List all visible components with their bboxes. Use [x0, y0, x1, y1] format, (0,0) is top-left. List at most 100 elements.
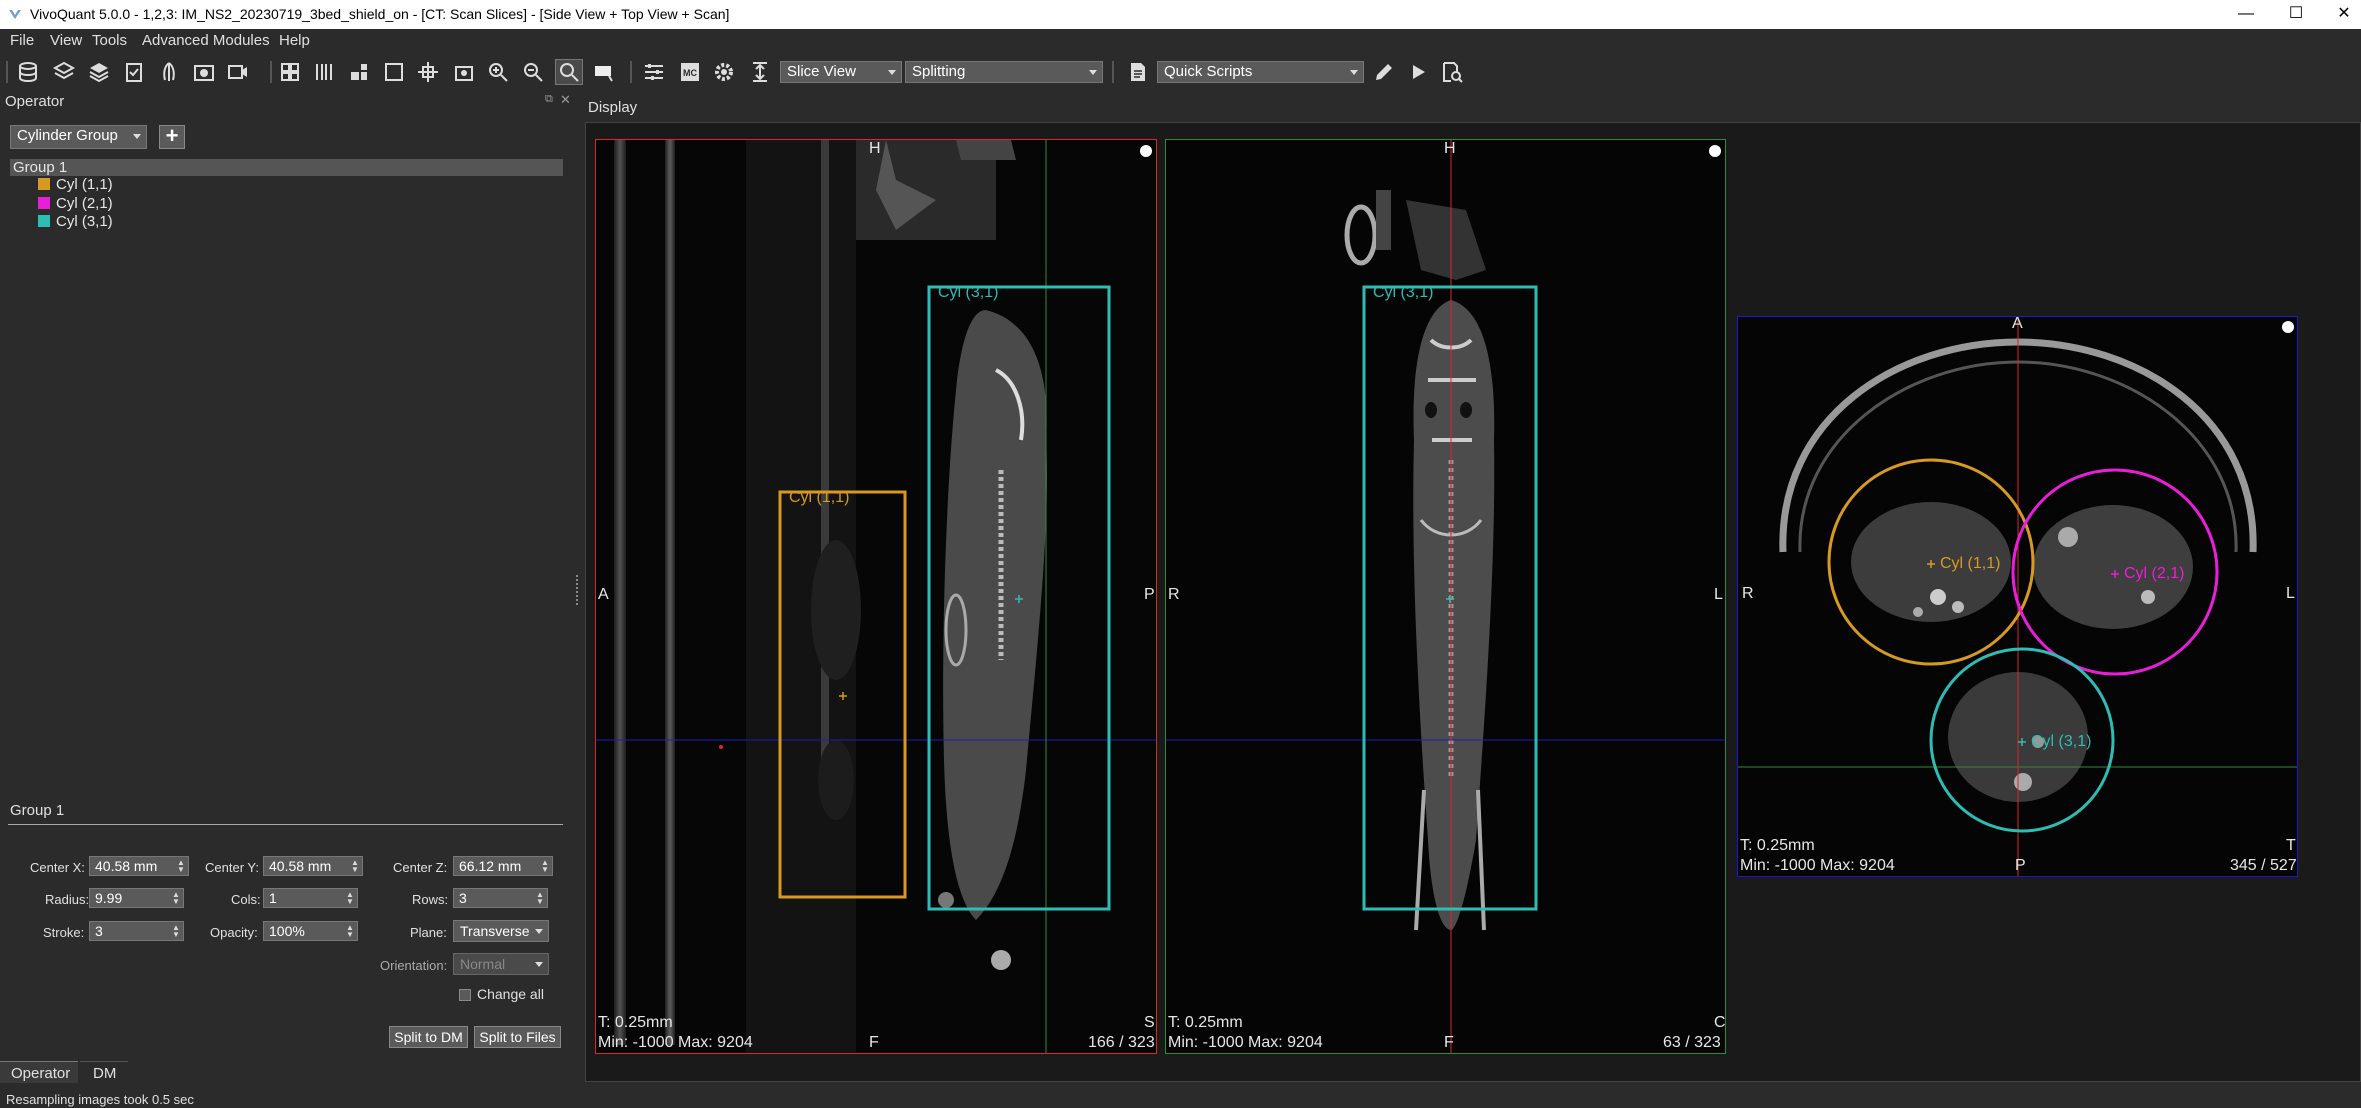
color-swatch: [38, 215, 50, 227]
menu-view[interactable]: View: [50, 32, 82, 49]
run-play-icon[interactable]: [1404, 59, 1432, 85]
tab-operator[interactable]: Operator: [0, 1061, 78, 1083]
chevron-down-icon: [1350, 70, 1358, 75]
video-icon[interactable]: [224, 59, 252, 85]
tree-item-label: Cyl (2,1): [56, 194, 113, 212]
transverse-view-panel[interactable]: A R L P Cyl (1,1) Cyl (2,1) Cyl (3,1) T:…: [1737, 316, 2298, 877]
spinner-icon[interactable]: ▲ ▼: [350, 859, 360, 874]
chevron-down-icon: [1089, 70, 1097, 75]
inspect-document-icon[interactable]: [1438, 59, 1466, 85]
reset-view-icon[interactable]: [450, 59, 478, 85]
crosshair-icon[interactable]: [414, 59, 442, 85]
slice-thickness: T: 0.25mm: [1168, 1014, 1243, 1031]
tab-dm-label: DM: [93, 1065, 117, 1082]
maximize-button[interactable]: ☐: [2276, 2, 2316, 26]
float-panel-icon[interactable]: ⧉: [545, 93, 553, 106]
split-to-dm-button[interactable]: Split to DM: [389, 1026, 468, 1048]
split-to-files-button[interactable]: Split to Files: [474, 1026, 561, 1048]
tree-item-label: Cyl (1,1): [56, 176, 113, 193]
center-z-field[interactable]: 66.12 mm ▲ ▼: [453, 856, 553, 876]
vertical-span-icon[interactable]: [746, 59, 774, 85]
tree-group-row[interactable]: Group 1: [10, 159, 563, 176]
radius-label: Radius:: [45, 892, 90, 907]
center-x-field[interactable]: 40.58 mm ▲ ▼: [89, 856, 189, 876]
window-title: VivoQuant 5.0.0 - 1,2,3: IM_NS2_20230719…: [30, 6, 730, 22]
splitter-handle[interactable]: [576, 575, 580, 605]
grid-layout-icon[interactable]: [276, 59, 304, 85]
menu-file[interactable]: File: [10, 32, 34, 49]
cols-field[interactable]: 1 ▲ ▼: [263, 888, 358, 908]
settings-gear-icon[interactable]: [710, 59, 738, 85]
radius-field[interactable]: 9.99 ▲ ▼: [89, 888, 184, 908]
tree-item[interactable]: Cyl (3,1): [38, 213, 113, 230]
side-view-panel[interactable]: H A P F Cyl (3,1) Cyl (1,1) T: 0.25mm Mi…: [595, 139, 1157, 1054]
zoom-in-icon[interactable]: [484, 59, 512, 85]
tree-item[interactable]: Cyl (1,1): [38, 176, 113, 193]
snapshot-icon[interactable]: [190, 59, 218, 85]
view-mode-select[interactable]: Slice View: [780, 61, 902, 83]
minimize-button[interactable]: —: [2226, 2, 2266, 26]
mc-icon[interactable]: MC: [676, 59, 704, 85]
change-all-checkbox[interactable]: [459, 989, 471, 1001]
spinner-icon[interactable]: ▲ ▼: [535, 891, 545, 906]
tree-item[interactable]: Cyl (2,1): [38, 195, 113, 212]
single-layout-icon[interactable]: [380, 59, 408, 85]
tab-dm[interactable]: DM: [80, 1061, 128, 1083]
window-level-icon[interactable]: [590, 59, 618, 85]
properties-title: Group 1: [10, 802, 65, 819]
spinner-icon[interactable]: ▲ ▼: [345, 891, 355, 906]
top-view-panel[interactable]: H R L F Cyl (3,1) T: 0.25mm Min: -1000 M…: [1165, 139, 1726, 1054]
group-type-value: Cylinder Group: [17, 127, 118, 144]
menu-advanced-modules[interactable]: Advanced Modules: [142, 32, 270, 49]
spinner-icon[interactable]: ▲ ▼: [171, 891, 181, 906]
spinner-icon[interactable]: ▲ ▼: [176, 859, 186, 874]
anatomy-icon[interactable]: [155, 59, 183, 85]
columns-layout-icon[interactable]: [310, 59, 338, 85]
layers-icon[interactable]: [50, 59, 78, 85]
group-type-select[interactable]: Cylinder Group: [10, 125, 147, 149]
orientation-left: R: [1742, 585, 1754, 602]
slice-thickness: T: 0.25mm: [1740, 837, 1815, 854]
app-logo-icon: [9, 10, 21, 19]
svg-text:MC: MC: [683, 68, 697, 78]
spinner-icon[interactable]: ▲ ▼: [345, 924, 355, 939]
add-group-button[interactable]: +: [159, 125, 185, 149]
center-z-label: Center Z:: [393, 860, 448, 875]
menu-help[interactable]: Help: [279, 32, 310, 49]
close-button[interactable]: ✕: [2324, 2, 2361, 26]
rows-field[interactable]: 3 ▲ ▼: [453, 888, 548, 908]
clipboard-check-icon[interactable]: [120, 59, 148, 85]
menu-bar: File View Tools Advanced Modules Help: [0, 29, 2361, 53]
tab-operator-label: Operator: [11, 1065, 71, 1082]
zoom-tool-icon[interactable]: [555, 59, 583, 85]
plane-value: Transverse: [460, 923, 530, 939]
cols-value: 1: [269, 890, 277, 906]
menu-tools[interactable]: Tools: [92, 32, 127, 49]
plane-select[interactable]: Transverse: [453, 920, 549, 942]
zoom-out-icon[interactable]: [519, 59, 547, 85]
quick-scripts-select[interactable]: Quick Scripts: [1157, 61, 1364, 83]
edit-pencil-icon[interactable]: [1370, 59, 1398, 85]
database-icon[interactable]: [14, 59, 42, 85]
close-panel-icon[interactable]: ✕: [560, 92, 571, 108]
stroke-field[interactable]: 3 ▲ ▼: [89, 921, 184, 941]
spinner-icon[interactable]: ▲ ▼: [540, 859, 550, 874]
center-y-field[interactable]: 40.58 mm ▲ ▼: [263, 856, 363, 876]
status-text: Resampling images took 0.5 sec: [6, 1092, 194, 1107]
opacity-field[interactable]: 100% ▲ ▼: [263, 921, 358, 941]
rows-label: Rows:: [412, 892, 449, 907]
operator-panel-title: Operator: [5, 93, 65, 110]
stack-icon[interactable]: [85, 59, 113, 85]
roi-label-cyl-2-1: Cyl (2,1): [2124, 565, 2185, 582]
tree-item-label: Cyl (3,1): [56, 213, 113, 230]
spinner-icon[interactable]: ▲ ▼: [171, 924, 181, 939]
toolbar-separator: [270, 61, 272, 83]
chevron-down-icon: [888, 70, 896, 75]
mixed-layout-icon[interactable]: [345, 59, 373, 85]
split-mode-select[interactable]: Splitting: [905, 61, 1103, 83]
script-document-icon[interactable]: [1124, 59, 1152, 85]
opacity-label: Opacity:: [210, 925, 258, 940]
view-corner-label: S: [1144, 1014, 1155, 1031]
adjust-sliders-icon[interactable]: [640, 59, 668, 85]
view-mode-value: Slice View: [787, 63, 856, 80]
